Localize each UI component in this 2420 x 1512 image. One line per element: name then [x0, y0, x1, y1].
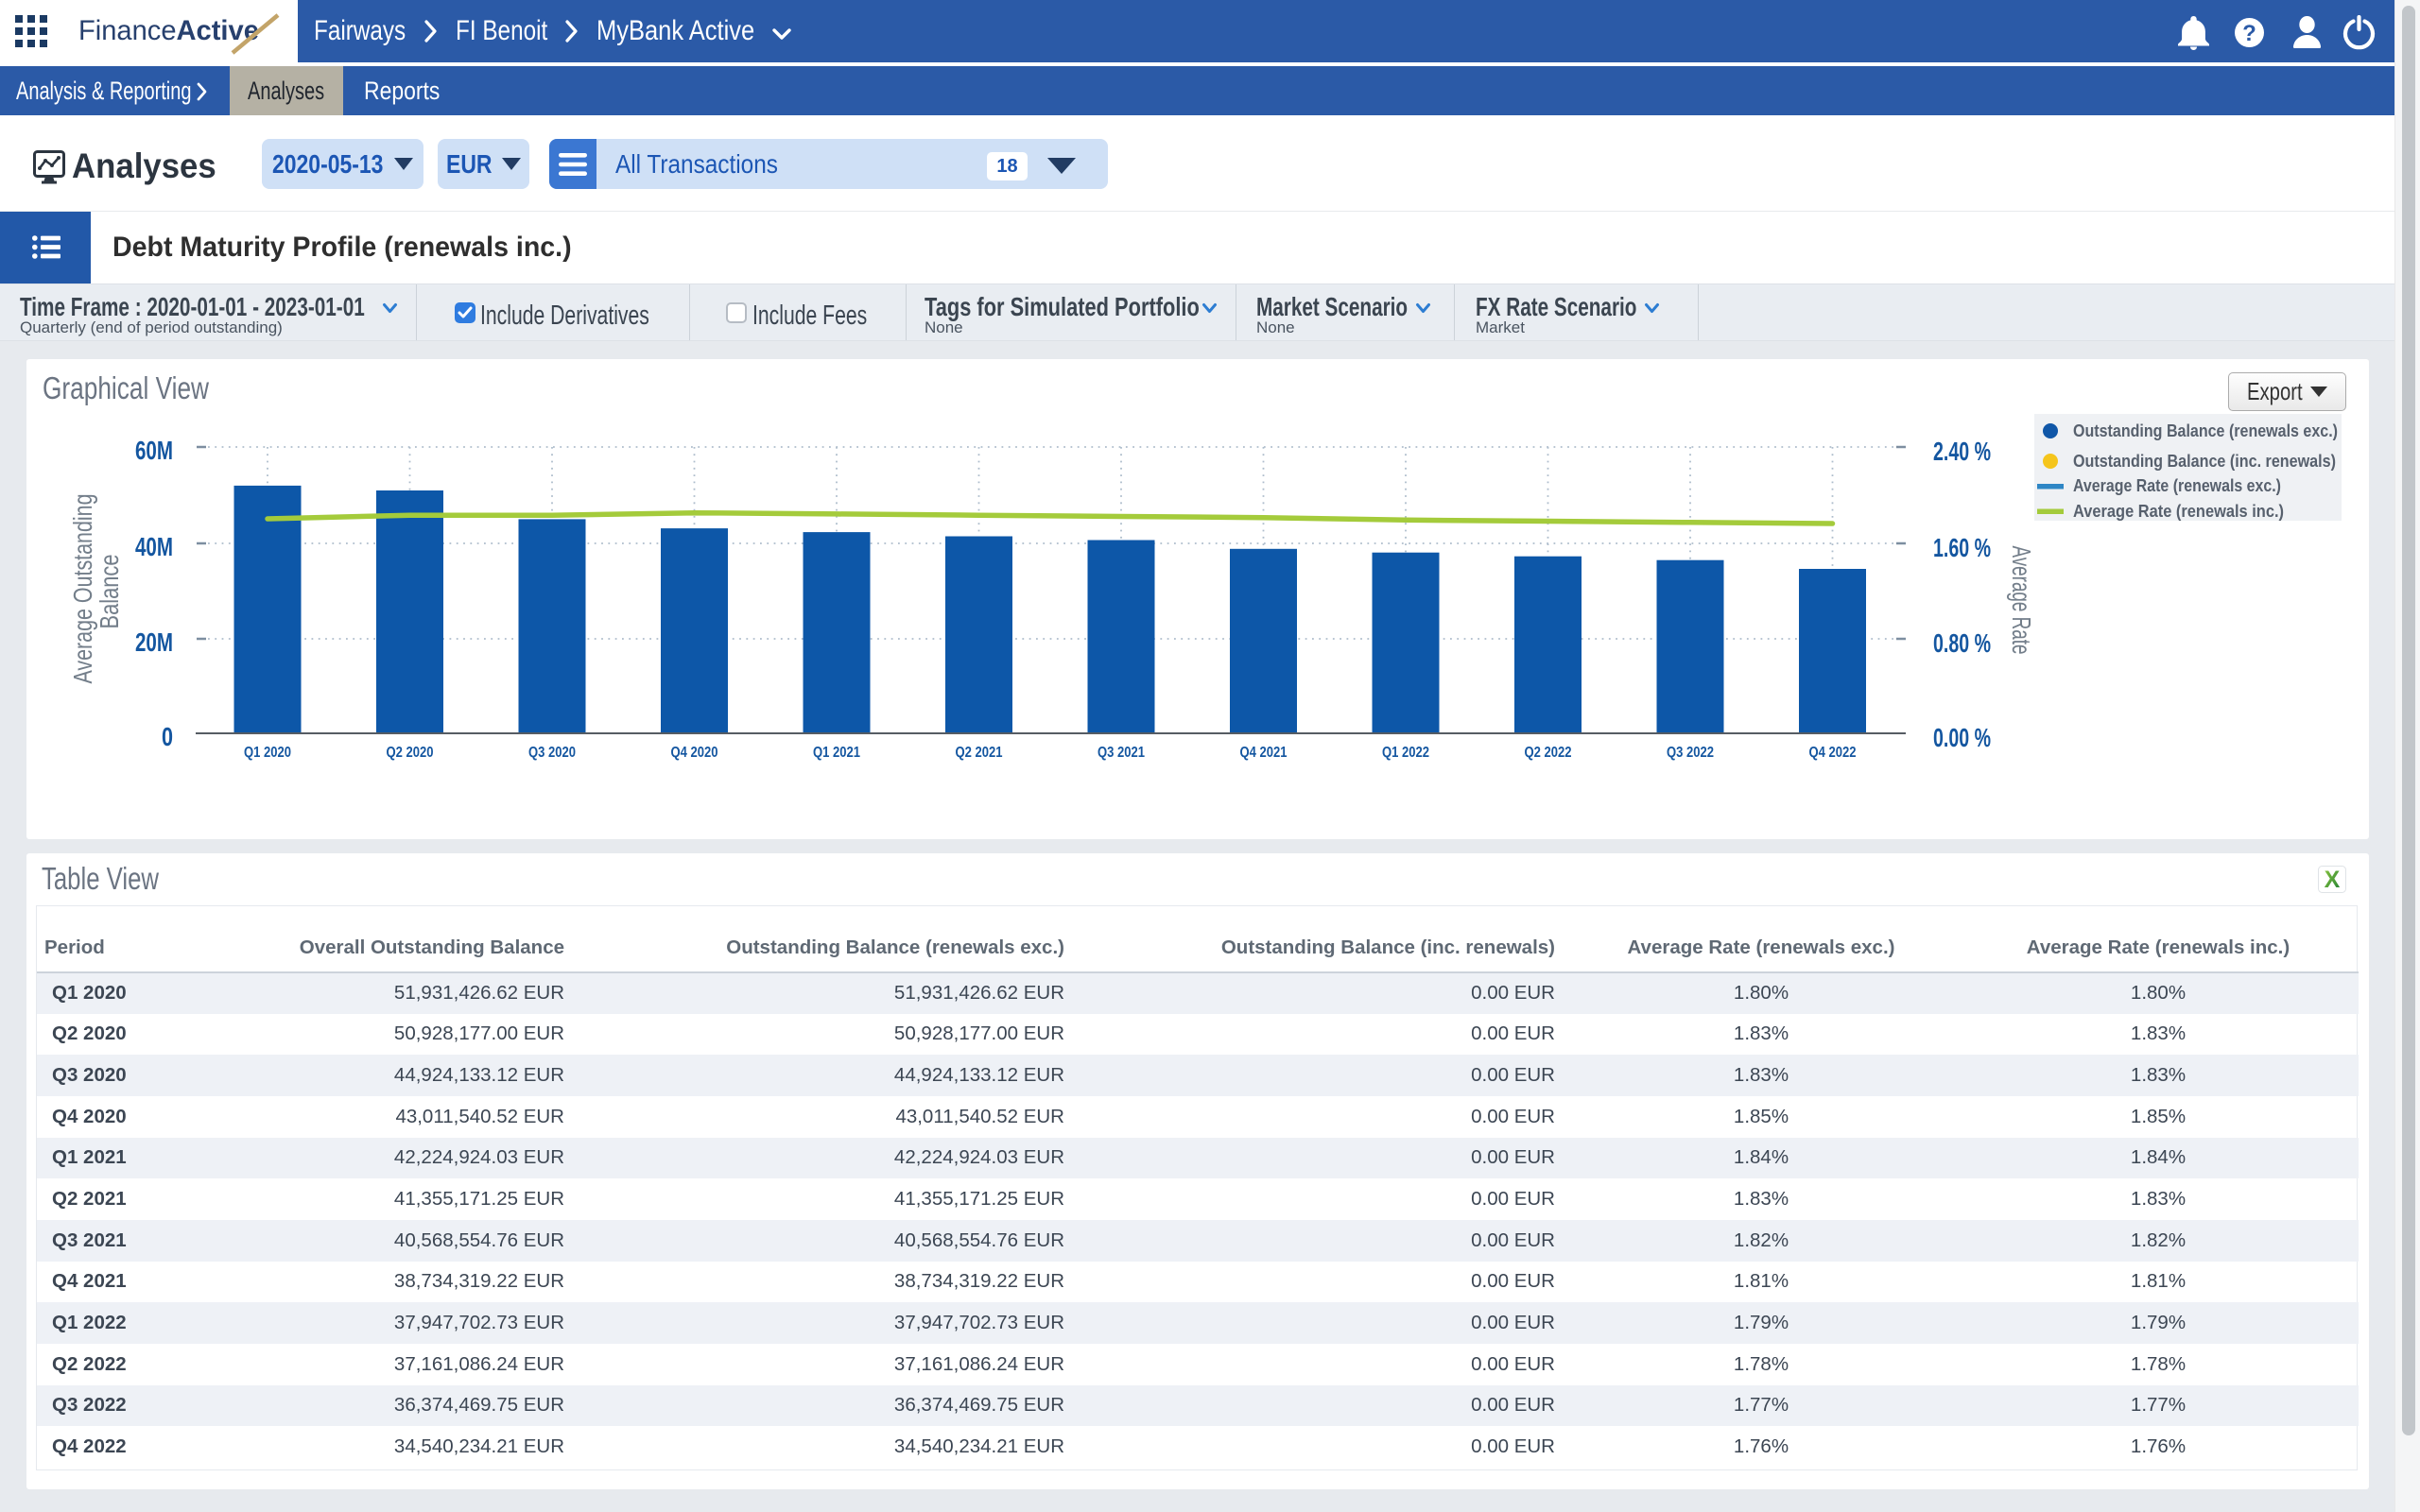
svg-text:60M: 60M [135, 436, 173, 465]
svg-text:20M: 20M [135, 627, 173, 657]
svg-text:2.40 %: 2.40 % [1933, 437, 1991, 466]
svg-text:1.60 %: 1.60 % [1933, 533, 1991, 562]
svg-text:Q2 2022: Q2 2022 [1525, 745, 1572, 761]
svg-text:Graphical View: Graphical View [43, 370, 209, 405]
svg-text:?: ? [2242, 21, 2256, 46]
svg-text:Average Rate (renewals inc.): Average Rate (renewals inc.) [2073, 501, 2284, 521]
svg-text:Outstanding Balance (inc. rene: Outstanding Balance (inc. renewals) [2073, 451, 2336, 471]
svg-text:Q1 2021: Q1 2021 [813, 745, 860, 761]
svg-text:Average Rate (renewals exc.): Average Rate (renewals exc.) [2073, 475, 2281, 495]
svg-text:Q2 2020: Q2 2020 [387, 745, 434, 761]
svg-text:Outstanding Balance (renewals: Outstanding Balance (renewals exc.) [2073, 421, 2338, 440]
svg-text:Balance: Balance [95, 555, 124, 629]
svg-text:Q1 2022: Q1 2022 [1382, 745, 1429, 761]
svg-text:Q3 2021: Q3 2021 [1098, 745, 1145, 761]
svg-text:0.80 %: 0.80 % [1933, 628, 1991, 658]
svg-text:Q1 2020: Q1 2020 [244, 745, 291, 761]
svg-text:0.00 %: 0.00 % [1933, 723, 1991, 752]
svg-text:Q4 2020: Q4 2020 [671, 745, 718, 761]
svg-text:40M: 40M [135, 532, 173, 561]
svg-text:Average Outstanding: Average Outstanding [68, 494, 97, 684]
svg-text:Q3 2020: Q3 2020 [528, 745, 576, 761]
svg-text:X: X [2325, 867, 2341, 893]
svg-text:0: 0 [162, 722, 173, 751]
svg-text:Average Rate: Average Rate [2007, 546, 2036, 655]
svg-text:Q2 2021: Q2 2021 [956, 745, 1003, 761]
svg-text:Q4 2022: Q4 2022 [1809, 745, 1857, 761]
svg-text:Q4 2021: Q4 2021 [1240, 745, 1288, 761]
svg-text:Q3 2022: Q3 2022 [1667, 745, 1714, 761]
